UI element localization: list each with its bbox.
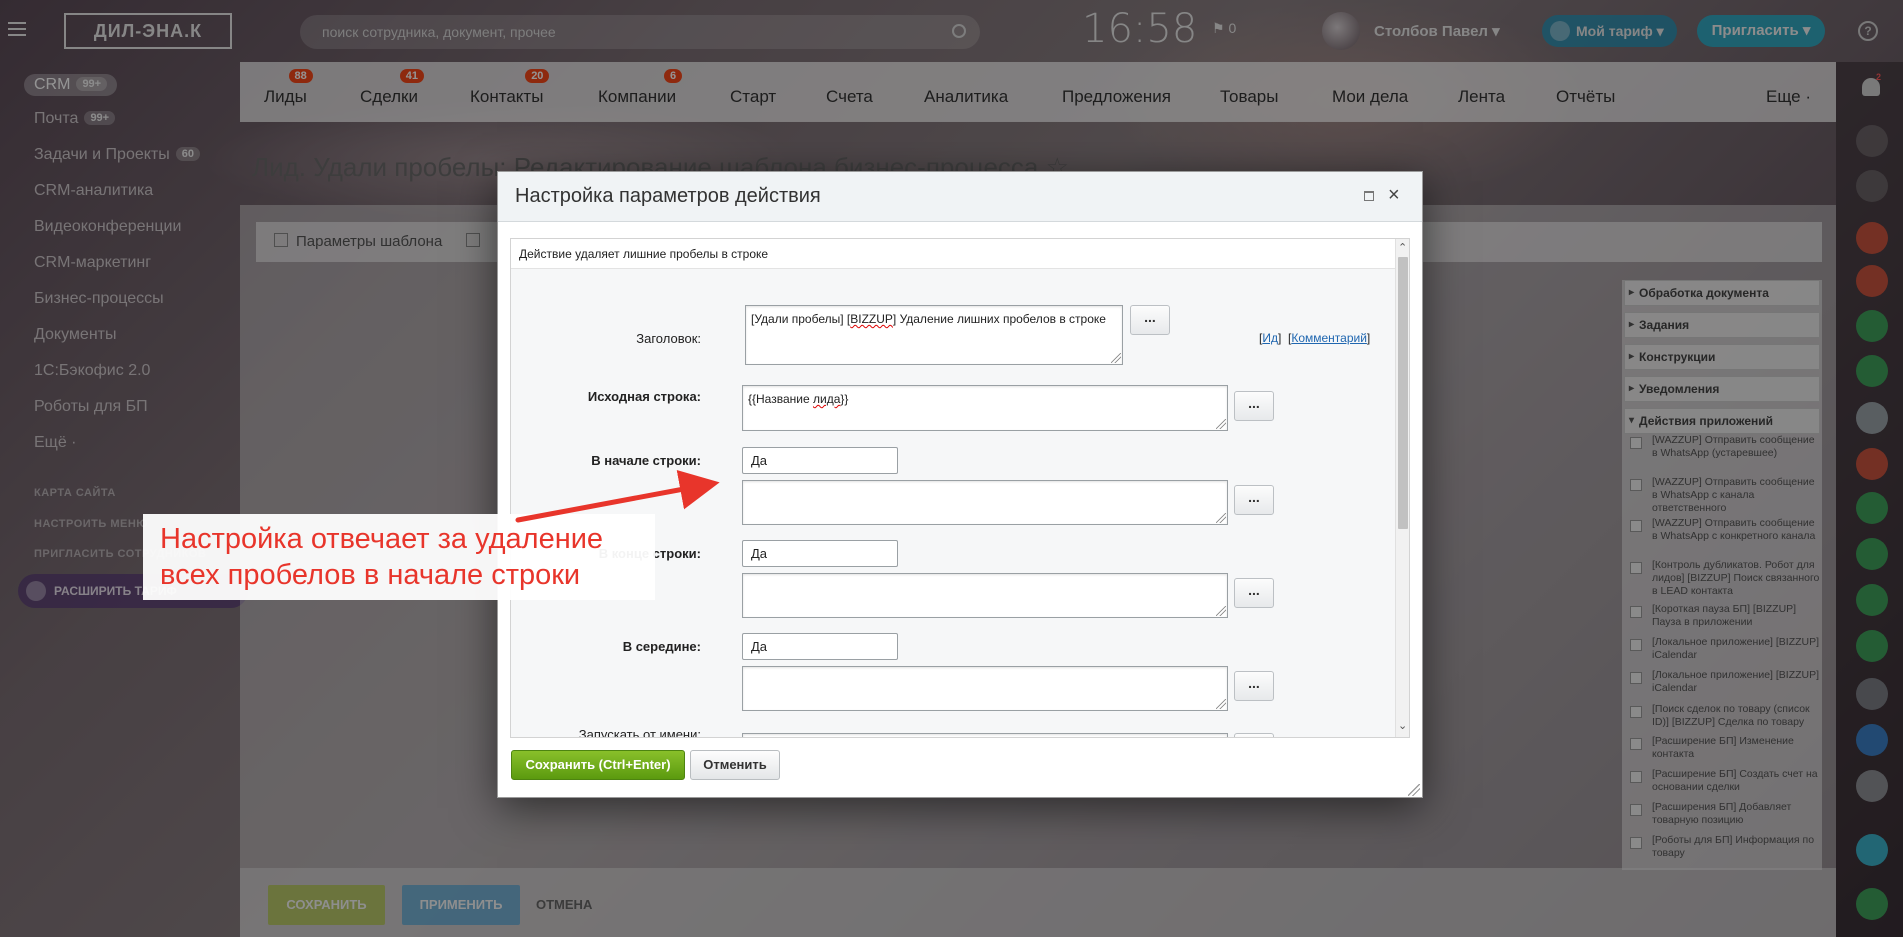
run-as-label: Запускать от имени: <box>578 727 701 738</box>
middle-of-string-select[interactable]: Да <box>742 633 898 660</box>
end-of-string-select[interactable]: Да <box>742 540 898 567</box>
start-of-string-label: В начале строки: <box>591 453 701 468</box>
run-as-textarea[interactable] <box>742 733 1228 737</box>
source-dots-button[interactable]: ... <box>1234 391 1274 421</box>
source-text-prefix: {{Название <box>748 392 813 406</box>
middle-of-string-label: В середине: <box>622 639 701 654</box>
title-textarea[interactable]: [Удали пробелы] [BIZZUP] Удаление лишних… <box>745 305 1123 365</box>
run-as-dots-button[interactable] <box>1234 733 1274 737</box>
middle-dots-button[interactable]: ... <box>1234 671 1274 701</box>
resize-handle[interactable] <box>1111 353 1121 363</box>
annotation-line-2: всех пробелов в начале строки <box>160 559 581 591</box>
title-text-suffix: ] Удаление лишних пробелов в строке <box>892 312 1106 326</box>
scroll-up-icon[interactable]: ⌃ <box>1398 241 1407 254</box>
maximize-icon[interactable] <box>1364 191 1374 201</box>
title-links: [Ид] [Комментарий] <box>1259 331 1371 345</box>
save-button[interactable]: Сохранить (Ctrl+Enter) <box>511 750 685 780</box>
source-text-suffix: }} <box>840 392 849 406</box>
source-string-textarea[interactable]: {{Название лида}} <box>742 385 1228 431</box>
resize-handle[interactable] <box>1216 513 1226 523</box>
start-of-string-select[interactable]: Да <box>742 447 898 474</box>
scroll-down-icon[interactable]: ⌄ <box>1398 719 1407 732</box>
resize-handle[interactable] <box>1216 606 1226 616</box>
dialog-body: Действие удаляет лишние пробелы в строке… <box>510 238 1410 738</box>
title-text-bizzup: BIZZUP <box>850 312 893 326</box>
action-description: Действие удаляет лишние пробелы в строке <box>511 239 1397 269</box>
close-icon[interactable]: × <box>1388 183 1400 207</box>
annotation-line-1: Настройка отвечает за удаление <box>160 523 604 555</box>
resize-handle[interactable] <box>1216 419 1226 429</box>
start-of-string-textarea[interactable] <box>742 480 1228 525</box>
cancel-button[interactable]: Отменить <box>690 750 780 780</box>
middle-of-string-textarea[interactable] <box>742 666 1228 711</box>
dialog-footer: Сохранить (Ctrl+Enter) Отменить <box>498 744 1422 797</box>
resize-handle[interactable] <box>1216 699 1226 709</box>
comment-link[interactable]: Комментарий <box>1291 331 1367 345</box>
dialog-header: Настройка параметров действия × <box>498 172 1422 222</box>
action-settings-dialog: Настройка параметров действия × Действие… <box>497 171 1423 798</box>
title-dots-button[interactable]: ... <box>1130 305 1170 335</box>
title-label: Заголовок: <box>636 331 701 346</box>
end-dots-button[interactable]: ... <box>1234 578 1274 608</box>
start-dots-button[interactable]: ... <box>1234 485 1274 515</box>
source-string-label: Исходная строка: <box>587 389 701 404</box>
title-text-prefix: [Удали пробелы] [ <box>751 312 851 326</box>
source-text-lead: лида <box>812 392 841 406</box>
dialog-resize-handle[interactable] <box>1408 784 1420 796</box>
end-of-string-textarea[interactable] <box>742 573 1228 618</box>
dialog-title: Настройка параметров действия <box>515 185 821 207</box>
scrollbar-thumb[interactable] <box>1398 257 1408 529</box>
id-link[interactable]: Ид <box>1262 331 1278 345</box>
annotation-callout: Настройка отвечает за удаление всех проб… <box>143 514 655 600</box>
